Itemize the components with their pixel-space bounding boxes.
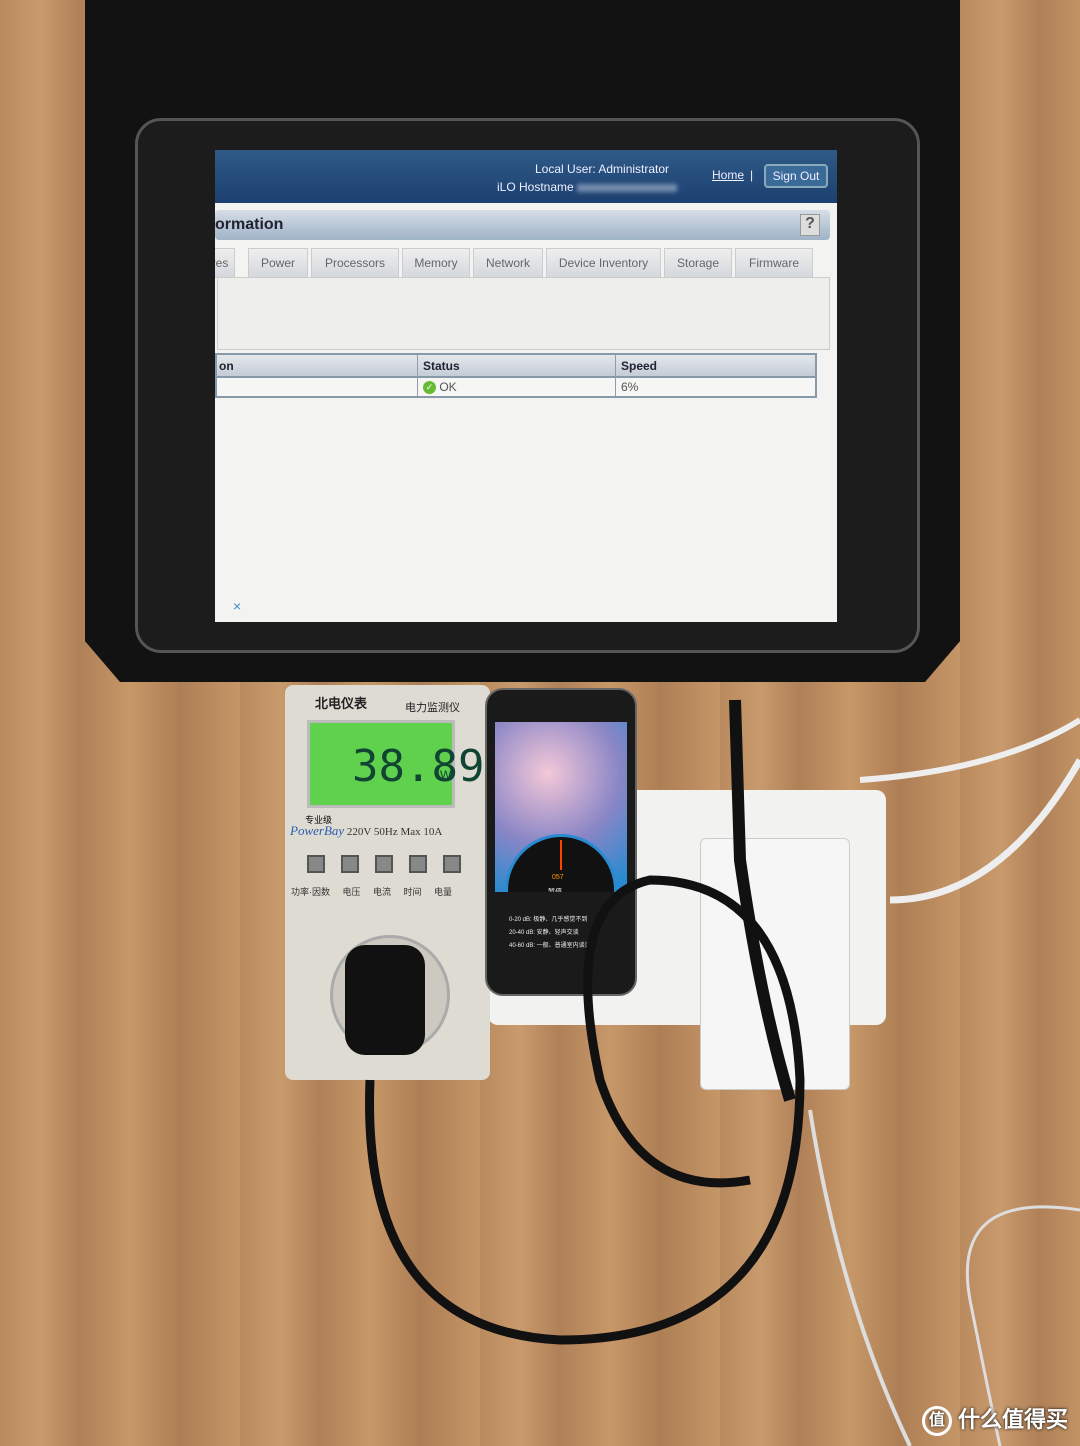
ilo-web-page: Local User: Administrator iLO Hostname H…	[215, 150, 837, 622]
close-icon[interactable]: ×	[233, 598, 241, 614]
help-icon[interactable]: ?	[800, 214, 820, 236]
local-user: Local User: Administrator	[535, 162, 670, 176]
power-reading: 38.89	[352, 741, 485, 792]
title-bar: ormation ?	[215, 210, 830, 240]
meter-specs: PowerBay 220V 50Hz Max 10A	[290, 823, 442, 839]
lcd-display: 38.89 W	[307, 720, 484, 808]
table-header: on Status Speed	[215, 353, 817, 378]
watermark-text: 什么值得买	[957, 1406, 1068, 1432]
meter-button-voltage[interactable]	[341, 855, 359, 873]
gauge-needle	[560, 840, 562, 870]
meter-ratings: 220V 50Hz Max 10A	[346, 826, 443, 838]
separator: |	[750, 168, 754, 182]
legend-line: 0-20 dB: 极静、几乎感觉不到	[509, 917, 588, 923]
ilo-hostname: iLO Hostname	[497, 180, 678, 194]
meter-brand: 北电仪表	[315, 696, 368, 711]
power-unit: W	[440, 768, 452, 782]
tab-firmware[interactable]: Firmware	[735, 248, 813, 278]
tab-network[interactable]: Network	[473, 248, 543, 278]
content-panel	[217, 277, 830, 350]
home-link[interactable]: Home	[712, 168, 744, 182]
decibel-reading: 057	[552, 874, 564, 881]
speed-cell: 6%	[621, 380, 639, 394]
tab-fans[interactable]: res	[215, 248, 235, 278]
page-title: ormation	[215, 216, 284, 233]
col-speed: Speed	[621, 359, 658, 373]
hostname-label: iLO Hostname	[497, 180, 574, 194]
meter-button-labels: 功率·因数 电压 电流 时间 电量	[291, 887, 452, 897]
col-name: on	[219, 359, 234, 373]
meter-button-current[interactable]	[375, 855, 393, 873]
tab-storage[interactable]: Storage	[664, 248, 732, 278]
ok-check-icon: ✓	[423, 381, 436, 395]
meter-button-power-factor[interactable]	[307, 855, 325, 873]
hostname-blurred	[577, 183, 678, 192]
status-cell: ✓ OK	[423, 380, 457, 395]
meter-button-energy[interactable]	[443, 855, 461, 873]
meter-product: 电力监测仪	[405, 702, 460, 714]
tab-processors[interactable]: Processors	[311, 248, 399, 278]
watermark-logo-icon: 值	[921, 1406, 952, 1436]
meter-model: PowerBay	[290, 823, 345, 838]
sign-out-button[interactable]: Sign Out	[764, 164, 828, 188]
status-text: OK	[439, 380, 457, 394]
plug	[345, 945, 425, 1055]
powerline-adapter	[700, 838, 850, 1090]
pause-button[interactable]: 暂停	[548, 887, 562, 892]
tab-power[interactable]: Power	[248, 248, 308, 278]
legend-line: 20-40 dB: 安静、轻声交谈	[509, 930, 579, 936]
sound-meter-app: 057 暂停	[495, 722, 627, 892]
smartphone: 057 暂停 0-20 dB: 极静、几乎感觉不到 20-40 dB: 安静、轻…	[485, 688, 637, 996]
col-status: Status	[423, 359, 460, 373]
watermark: 值 什么值得买	[921, 1402, 1068, 1436]
ilo-header: Local User: Administrator iLO Hostname H…	[215, 150, 837, 203]
meter-button-time[interactable]	[409, 855, 427, 873]
tab-device-inventory[interactable]: Device Inventory	[546, 248, 661, 278]
power-meter: 北电仪表 电力监测仪 38.89 W 专业级 PowerBay 220V 50H…	[285, 685, 490, 1080]
legend-line: 40-60 dB: 一般、普通室内谈话	[509, 943, 591, 949]
tab-memory[interactable]: Memory	[402, 248, 470, 278]
table-row: ✓ OK 6%	[215, 378, 817, 398]
